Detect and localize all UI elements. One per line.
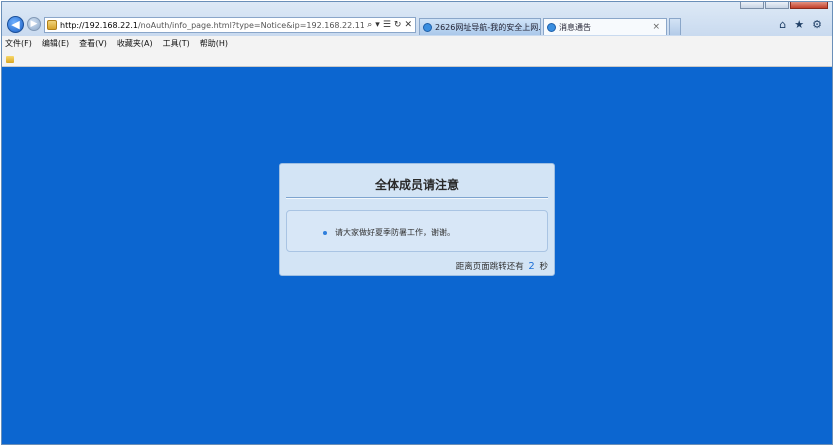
address-url-path: /noAuth/info_page.html?type=Notice&ip=19… — [137, 20, 364, 30]
maximize-button[interactable] — [765, 2, 789, 9]
browser-toolbar: ◀ ▶ http://192.168.22.1/noAuth/info_page… — [2, 2, 832, 36]
menu-items: 文件(F) 编辑(E) 查看(V) 收藏夹(A) 工具(T) 帮助(H) — [5, 38, 228, 49]
redirect-countdown: 距离页面跳转还有 2 秒 — [456, 260, 548, 272]
stop-icon[interactable]: ✕ — [404, 20, 412, 30]
tab-title: 2626网址导航-我的安全上网... — [435, 22, 541, 32]
settings-gear-icon[interactable]: ⚙ — [812, 18, 822, 31]
window-close-button[interactable] — [790, 2, 828, 9]
home-icon[interactable]: ⌂ — [779, 18, 786, 31]
menu-bar: 文件(F) 编辑(E) 查看(V) 收藏夹(A) 工具(T) 帮助(H) — [2, 36, 832, 67]
ie-page-icon — [547, 22, 556, 32]
compatibility-view-icon[interactable]: ☰ — [383, 20, 391, 30]
bullet-icon — [323, 230, 327, 235]
window-controls — [740, 2, 828, 9]
ie-page-icon — [423, 22, 432, 32]
notice-message-item: 请大家做好夏季防暑工作，谢谢。 — [323, 227, 455, 238]
address-url-host: http://192.168.22.1 — [60, 20, 138, 30]
page-content: 全体成员请注意 请大家做好夏季防暑工作，谢谢。 距离页面跳转还有 2 秒 — [2, 67, 832, 444]
address-tools: ⌕ ▾ ☰ ↻ ✕ — [364, 20, 415, 30]
tab-notice[interactable]: 消息通告 × — [543, 18, 667, 35]
search-icon[interactable]: ⌕ — [367, 20, 372, 30]
tab-title: 消息通告 — [559, 22, 591, 32]
minimize-button[interactable] — [740, 2, 764, 9]
notice-panel: 全体成员请注意 请大家做好夏季防暑工作，谢谢。 距离页面跳转还有 2 秒 — [279, 163, 555, 276]
refresh-icon[interactable]: ↻ — [394, 20, 402, 30]
countdown-prefix: 距离页面跳转还有 — [455, 262, 524, 272]
favorites-bar-icon[interactable] — [6, 56, 14, 63]
back-button[interactable]: ◀ — [7, 16, 24, 33]
tab-navigation-site[interactable]: 2626网址导航-我的安全上网... — [419, 18, 541, 35]
menu-favorites[interactable]: 收藏夹(A) — [117, 38, 153, 49]
new-tab-button[interactable] — [669, 18, 681, 35]
address-url[interactable]: http://192.168.22.1/noAuth/info_page.htm… — [60, 21, 364, 30]
address-bar[interactable]: http://192.168.22.1/noAuth/info_page.htm… — [44, 17, 416, 33]
menu-edit[interactable]: 编辑(E) — [42, 38, 69, 49]
back-arrow-icon: ◀ — [11, 18, 20, 31]
notice-message-text: 请大家做好夏季防暑工作，谢谢。 — [335, 228, 455, 237]
notice-divider — [286, 197, 548, 199]
browser-window: ◀ ▶ http://192.168.22.1/noAuth/info_page… — [1, 1, 833, 445]
countdown-seconds: 2 — [528, 261, 535, 272]
menu-view[interactable]: 查看(V) — [79, 38, 107, 49]
favorites-star-icon[interactable]: ★ — [794, 18, 804, 31]
menu-file[interactable]: 文件(F) — [5, 38, 32, 49]
forward-button[interactable]: ▶ — [27, 17, 41, 31]
forward-arrow-icon: ▶ — [30, 19, 38, 29]
browser-right-icons: ⌂ ★ ⚙ — [779, 18, 822, 31]
countdown-unit: 秒 — [539, 262, 548, 272]
notice-title: 全体成员请注意 — [374, 178, 459, 192]
tab-close-icon[interactable]: × — [652, 22, 660, 32]
notice-message-box: 请大家做好夏季防暑工作，谢谢。 — [286, 210, 548, 252]
menu-tools[interactable]: 工具(T) — [163, 38, 190, 49]
page-favicon-icon — [47, 20, 57, 30]
dropdown-icon[interactable]: ▾ — [375, 20, 380, 30]
menu-help[interactable]: 帮助(H) — [200, 38, 228, 49]
